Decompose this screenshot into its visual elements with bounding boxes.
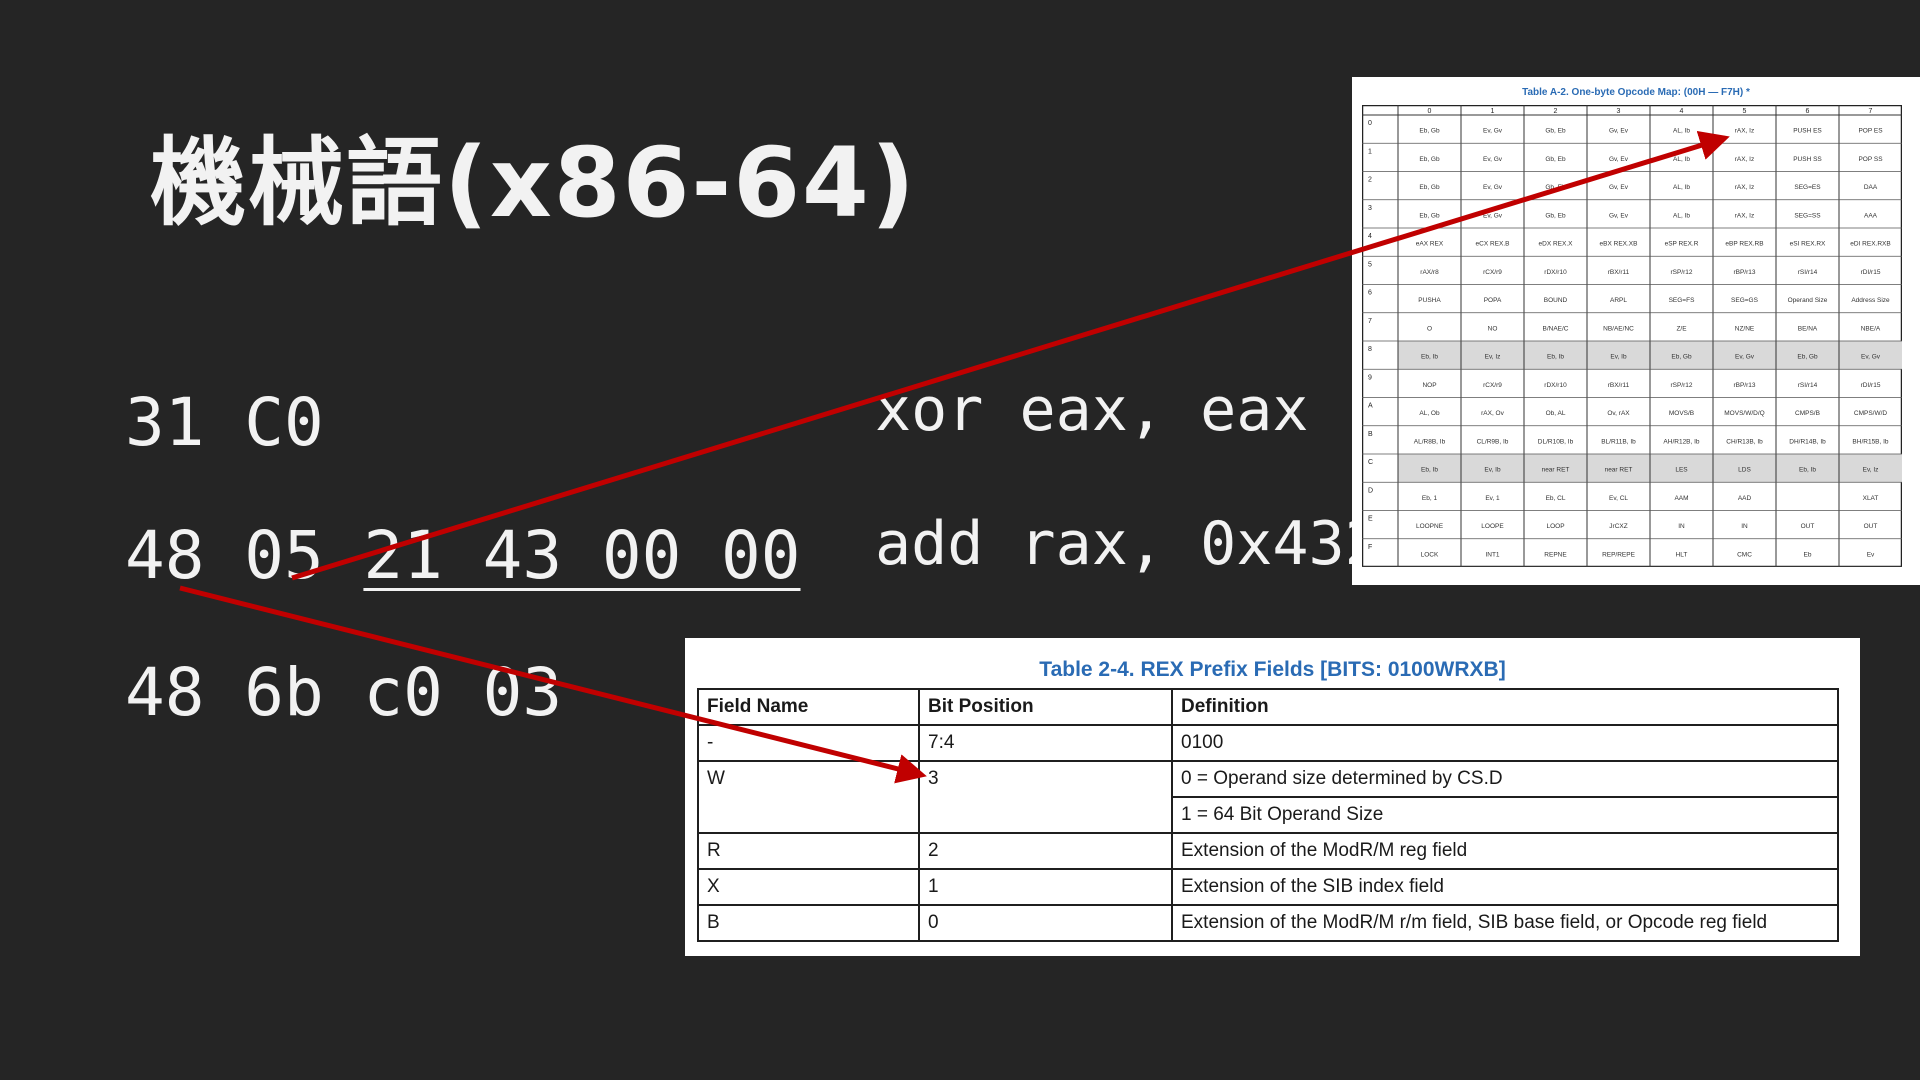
arrow-to-rex-w-bit <box>179 585 927 784</box>
annotation-arrows <box>179 130 1730 784</box>
arrow-to-opcode-map <box>291 130 1730 581</box>
